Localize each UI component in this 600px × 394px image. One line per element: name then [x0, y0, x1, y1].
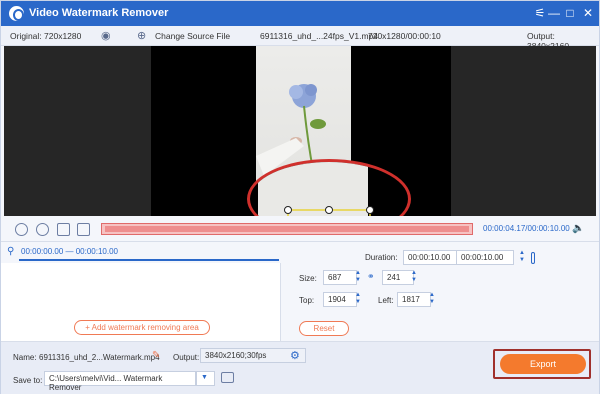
close-icon[interactable]: ✕ — [579, 5, 597, 22]
export-button[interactable]: Export — [500, 354, 586, 374]
save-to-label: Save to: — [13, 376, 43, 385]
path-dropdown-icon[interactable]: ▼ — [196, 371, 215, 386]
segment-sep: — — [65, 247, 74, 256]
add-source-icon[interactable]: ⊕ — [137, 29, 146, 42]
reset-button[interactable]: Reset — [299, 321, 349, 336]
left-label: Left: — [378, 296, 394, 305]
segment-start: 00:00:00.00 — [21, 247, 64, 256]
maximize-icon[interactable]: □ — [561, 5, 579, 22]
app-logo-icon — [9, 6, 24, 21]
app-window: Video Watermark Remover ⚟ — □ ✕ Original… — [0, 0, 600, 394]
volume-icon[interactable]: 🔈 — [572, 223, 584, 234]
duration-label: Duration: — [365, 253, 398, 262]
duration-clock-icon[interactable] — [531, 252, 535, 264]
top-spinner[interactable]: ▲ ▼ — [353, 292, 363, 307]
segment-marker-icon[interactable]: ⚲ — [7, 246, 14, 257]
change-source-button[interactable]: Change Source File — [155, 31, 230, 41]
segment-end: 00:00:10.00 — [75, 247, 118, 256]
app-title: Video Watermark Remover — [29, 7, 169, 19]
add-watermark-area-button[interactable]: + Add watermark removing area — [74, 320, 210, 335]
link-icon[interactable]: ⚭ — [367, 271, 375, 282]
source-fileinfo: 720x1280/00:00:10 — [368, 31, 441, 41]
time-readout: 00:00:04.17/00:00:10.00 — [483, 224, 570, 233]
area-settings-panel: Duration: 00:00:10.00 00:00:10.00 ▲ ▼ Siz… — [281, 249, 599, 341]
title-bar: Video Watermark Remover ⚟ — □ ✕ — [1, 1, 599, 26]
stop-icon[interactable] — [36, 223, 49, 236]
output-label: Output: — [173, 353, 200, 362]
segment-range: 00:00:00.00 — 00:00:10.00 — [21, 247, 118, 256]
timeline-range[interactable] — [105, 226, 469, 232]
settings-gear-icon[interactable]: ⚙ — [290, 349, 300, 362]
top-label: Top: — [299, 296, 315, 305]
source-filename: 6911316_uhd_...24fps_V1.mp4 — [260, 31, 378, 41]
output-name: 6911316_uhd_2...Watermark.mp4 — [39, 353, 160, 362]
next-frame-icon[interactable] — [57, 223, 70, 236]
save-path-field[interactable]: C:\Users\melvi\Vid... Watermark Remover — [44, 371, 196, 392]
info-bar: Original: 720x1280 ◉ ⊕ Change Source Fil… — [1, 26, 599, 51]
play-icon[interactable] — [15, 223, 28, 236]
original-resolution: Original: 720x1280 — [10, 31, 82, 41]
edit-name-icon[interactable]: ✎ — [152, 350, 160, 361]
top-field[interactable]: 1904 — [323, 292, 357, 307]
width-spinner[interactable]: ▲ ▼ — [353, 270, 363, 285]
duration-end-field[interactable]: 00:00:10.00 — [456, 250, 514, 265]
left-field[interactable]: 1817 — [397, 292, 431, 307]
segment-line[interactable] — [19, 259, 279, 261]
time-total: /00:00:10.00 — [525, 224, 570, 233]
name-label: Name: — [13, 353, 37, 362]
time-current: 00:00:04.17 — [483, 224, 526, 233]
left-spinner[interactable]: ▲ ▼ — [427, 292, 437, 307]
area-list-panel: + Add watermark removing area — [1, 263, 281, 341]
loop-icon[interactable] — [77, 223, 90, 236]
duration-spinner[interactable]: ▲ ▼ — [517, 250, 527, 265]
height-spinner[interactable]: ▲ ▼ — [409, 270, 419, 285]
timeline-track[interactable] — [101, 223, 473, 235]
eye-icon[interactable]: ◉ — [101, 29, 111, 42]
size-label: Size: — [299, 274, 317, 283]
open-folder-icon[interactable] — [221, 372, 234, 383]
width-field[interactable]: 687 — [323, 270, 357, 285]
